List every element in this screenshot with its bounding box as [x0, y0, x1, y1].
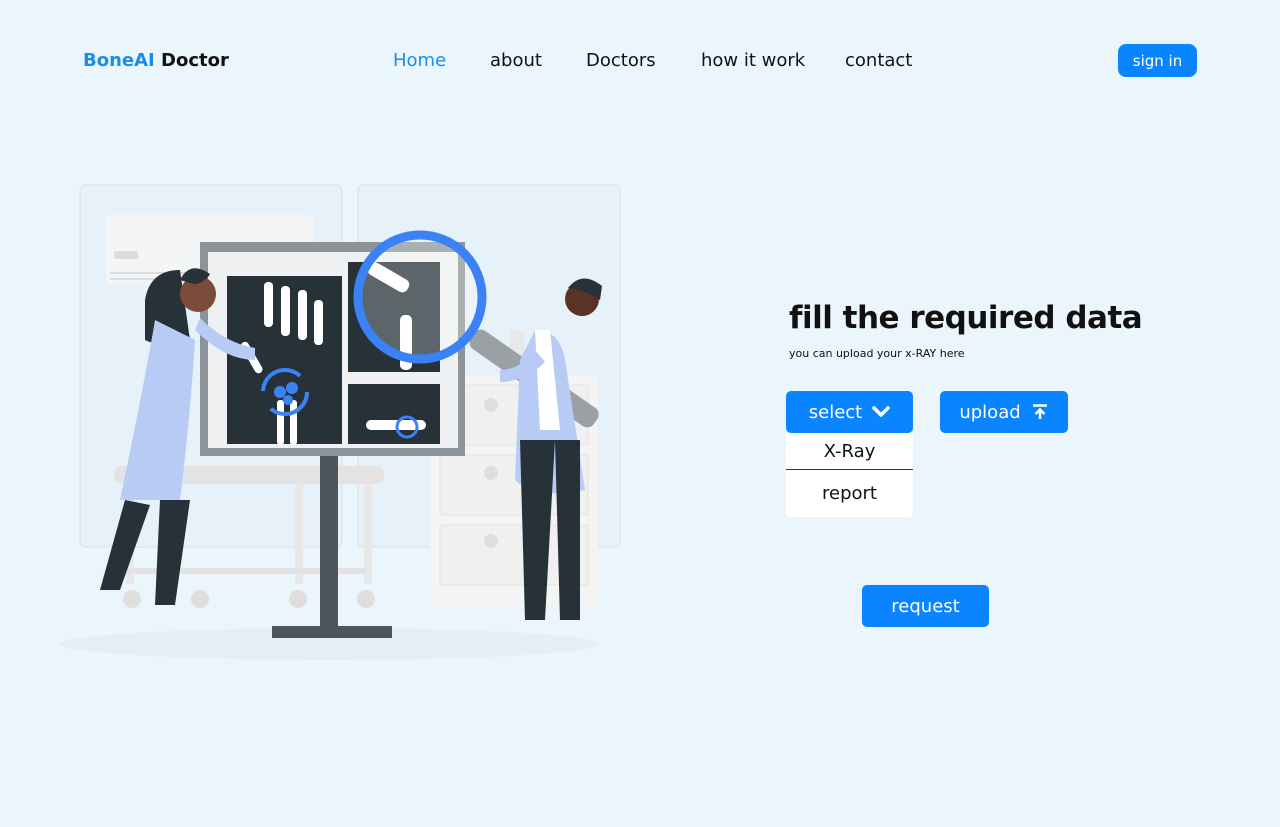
- sign-in-button[interactable]: sign in: [1118, 44, 1197, 77]
- brand-name-part1: BoneAI: [83, 50, 155, 71]
- option-report[interactable]: report: [786, 470, 913, 517]
- nav-about[interactable]: about: [490, 50, 542, 71]
- brand-logo[interactable]: BoneAI Doctor: [83, 50, 229, 71]
- nav-doctors[interactable]: Doctors: [586, 50, 656, 71]
- brand-name-part2: Doctor: [161, 50, 229, 71]
- select-dropdown-menu: X-Ray report: [786, 433, 913, 517]
- nav-how-it-work[interactable]: how it work: [701, 50, 805, 71]
- xray-doctors-illustration: [60, 184, 621, 660]
- chevron-down-icon: [872, 406, 890, 417]
- nav-home[interactable]: Home: [393, 50, 446, 71]
- nav-contact[interactable]: contact: [845, 50, 912, 71]
- upload-button[interactable]: upload: [940, 391, 1068, 433]
- upload-label: upload: [959, 401, 1021, 423]
- sign-in-label: sign in: [1132, 51, 1183, 70]
- request-button[interactable]: request: [862, 585, 989, 627]
- option-x-ray[interactable]: X-Ray: [786, 433, 913, 470]
- request-label: request: [891, 595, 960, 617]
- select-dropdown-button[interactable]: select: [786, 391, 913, 433]
- select-label: select: [808, 401, 863, 423]
- upload-icon: [1032, 404, 1047, 419]
- page-subtitle: you can upload your x-RAY here: [789, 347, 965, 360]
- page-title: fill the required data: [789, 300, 1143, 336]
